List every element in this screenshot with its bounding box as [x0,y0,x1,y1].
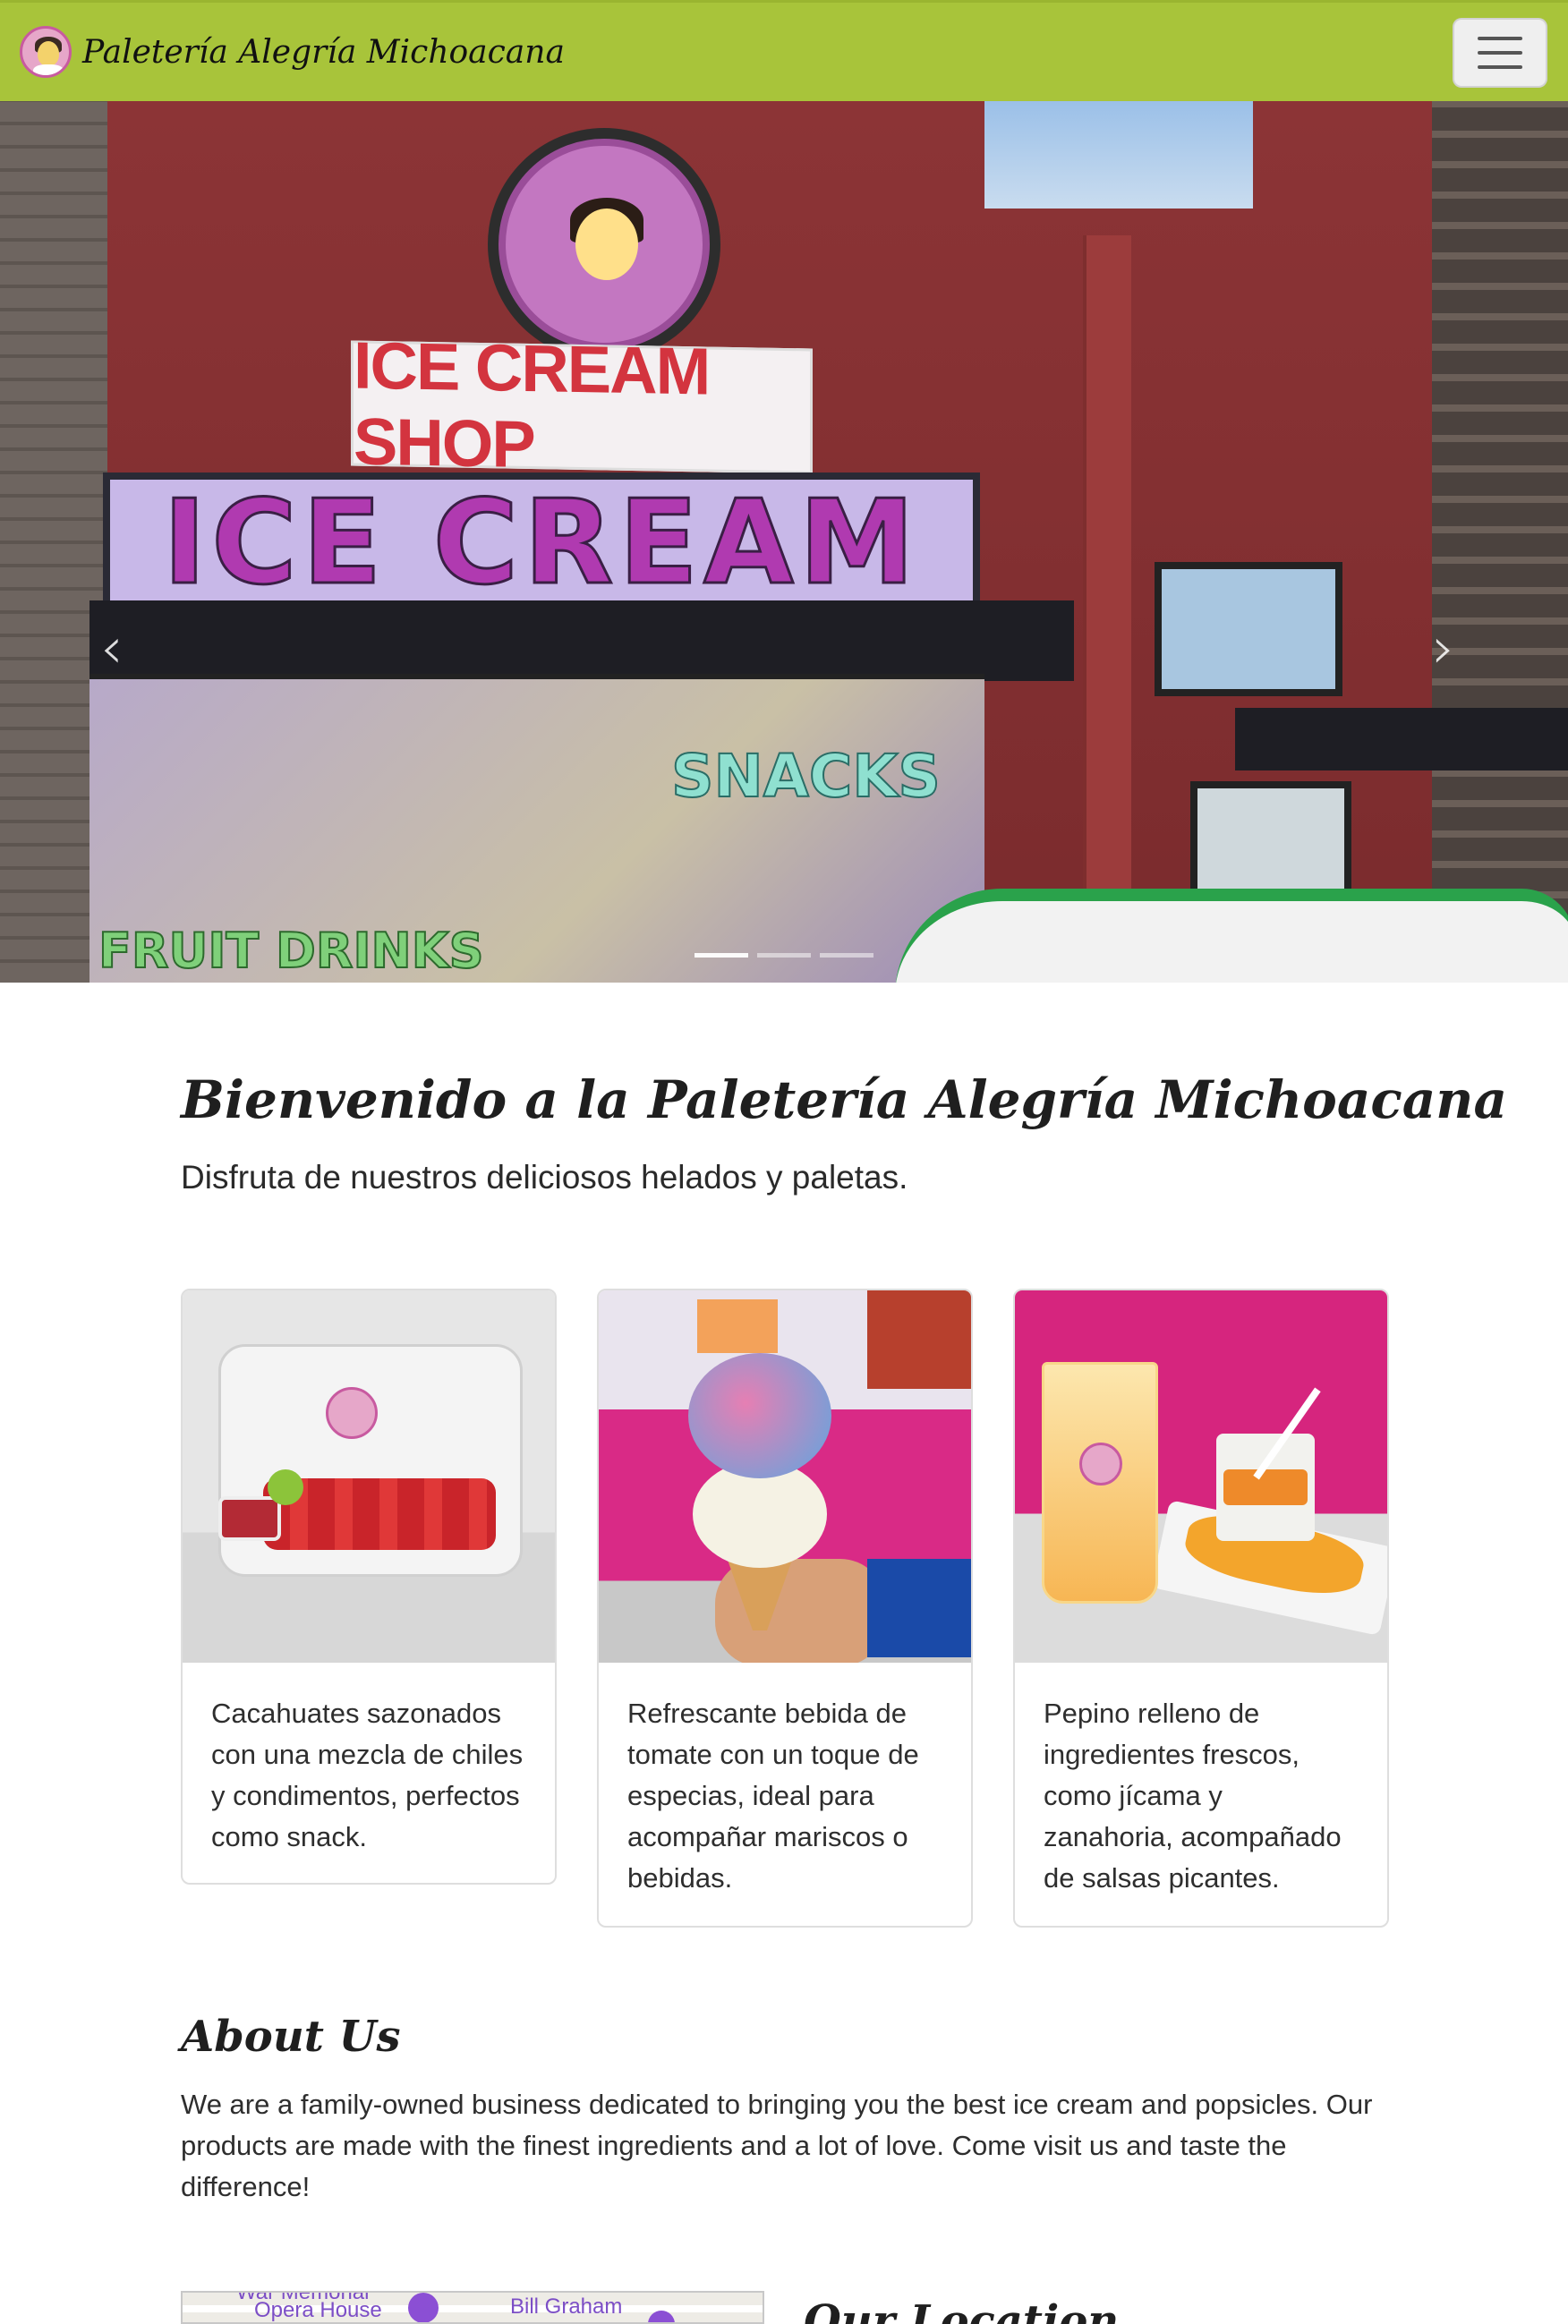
location-map[interactable]: War Memorial Opera House Bill Graham [181,2291,764,2324]
navbar-toggle-button[interactable] [1453,18,1547,88]
card-text: Pepino relleno de ingredientes frescos, … [1044,1698,1342,1894]
ice-cream-sign: ICE CREAM [103,472,980,611]
card-text: Cacahuates sazonados con una mezcla de c… [211,1698,524,1852]
ice-cream-shop-banner: ICE CREAM SHOP [351,328,813,481]
parked-car [895,889,1568,983]
storefront-logo-sign [488,128,720,361]
paleteria-logo-icon [20,26,72,78]
carousel-indicator[interactable] [695,953,748,958]
carousel-indicator[interactable] [820,953,873,958]
hero-carousel: ICE CREAM SHOP ICE CREAM FRUIT DRINKS SN… [0,101,1568,983]
card-image-ice-cream-cone [599,1290,971,1663]
map-pin-icon[interactable] [648,2311,675,2322]
welcome-subtitle: Disfruta de nuestros deliciosos helados … [181,1159,908,1196]
map-label: Opera House [254,2298,382,2322]
carousel-indicator[interactable] [757,953,811,958]
carousel-next-chevron-right-icon[interactable]: › [1432,616,1455,682]
brand-link[interactable]: Paletería Alegría Michoacana [20,26,565,78]
carousel-prev-chevron-left-icon[interactable]: ‹ [100,616,124,682]
card-image-drink-and-snack [1015,1290,1387,1663]
product-card: Pepino relleno de ingredientes frescos, … [1013,1289,1389,1928]
welcome-title: Bienvenido a la Paletería Alegría Michoa… [181,1069,1508,1130]
map-pin-icon[interactable] [408,2293,439,2322]
product-card: Refrescante bebida de tomate con un toqu… [597,1289,973,1928]
about-text: We are a family-owned business dedicated… [181,2089,1373,2202]
carousel-indicators [0,953,1568,958]
product-card: Cacahuates sazonados con una mezcla de c… [181,1289,557,1885]
snacks-window-text: SNACKS [670,741,942,812]
card-image-snack-tray [183,1290,555,1663]
card-text: Refrescante bebida de tomate con un toqu… [627,1698,919,1894]
location-title: Our Location [804,2296,1120,2324]
brand-name: Paletería Alegría Michoacana [82,33,565,71]
shop-window: FRUIT DRINKS SNACKS [89,674,984,983]
about-title: About Us [181,2012,401,2062]
navbar: Paletería Alegría Michoacana [0,0,1568,101]
fruit-drinks-window-text: FRUIT DRINKS [98,922,484,980]
hamburger-menu-icon [1478,37,1522,40]
map-label: Bill Graham [510,2294,623,2319]
